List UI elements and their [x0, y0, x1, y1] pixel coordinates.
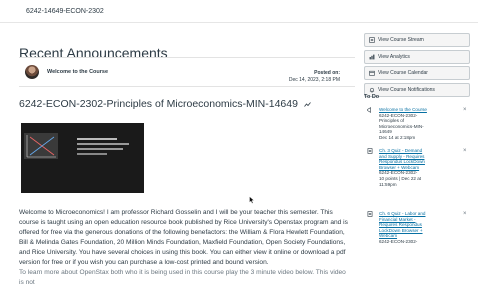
dismiss-icon[interactable]: ×: [463, 107, 467, 113]
video-thumbnail[interactable]: [21, 123, 144, 193]
course-title: 6242-ECON-2302-Principles of Microeconom…: [19, 98, 311, 110]
button-label: View Course Calendar: [378, 70, 428, 76]
divider: [19, 57, 355, 58]
supply-demand-graph-icon: [26, 135, 56, 158]
todo-text: Ch. 3 Quiz - Demand and Supply - Require…: [379, 148, 429, 187]
slide-text-lines: [77, 138, 137, 155]
button-label: View Analytics: [378, 53, 410, 60]
todo-link[interactable]: Welcome to the Course: [379, 107, 427, 112]
view-analytics-button[interactable]: View Analytics: [364, 49, 470, 64]
course-sidebar: View Course Stream View Analytics View C…: [364, 33, 470, 99]
button-label: View Course Notifications: [378, 86, 435, 93]
trend-icon: [304, 101, 311, 107]
page-title: Recent Announcements: [19, 45, 168, 62]
calendar-icon: [369, 70, 375, 76]
analytics-icon: [369, 54, 375, 59]
button-label: View Course Stream: [378, 37, 424, 43]
todo-course: 6242-ECON-2302-: [379, 238, 418, 244]
view-course-stream-button[interactable]: View Course Stream: [364, 33, 470, 47]
view-course-calendar-button[interactable]: View Course Calendar: [364, 66, 470, 80]
todo-link[interactable]: Ch. 3 Quiz - Demand and Supply - Require…: [379, 148, 425, 170]
todo-text: Welcome to the Course 6242-ECON-2302-Pri…: [379, 107, 429, 141]
todo-heading: To Do: [364, 94, 380, 100]
announcement-icon: [367, 107, 371, 113]
dismiss-icon[interactable]: ×: [463, 148, 467, 154]
todo-meta: Dec 14 at 2:18pm: [379, 134, 416, 140]
mouse-cursor-icon: [249, 196, 254, 204]
bell-icon: [369, 87, 375, 93]
graph-thumbnail: [24, 133, 58, 159]
divider: [19, 86, 355, 87]
posted-date: Dec 14, 2023, 2:18 PM: [288, 77, 340, 83]
todo-course: 6242-ECON-2302-Principles of Microeconom…: [379, 112, 424, 135]
dismiss-icon[interactable]: ×: [463, 211, 467, 217]
posted-label: Posted on:: [314, 70, 340, 76]
todo-meta: 10 points | Dec 22 at 11:59pm: [379, 175, 422, 187]
breadcrumb[interactable]: 6242-14649-ECON-2302: [26, 8, 104, 15]
stream-icon: [369, 37, 375, 43]
quiz-icon: [367, 148, 373, 154]
quiz-icon: [367, 211, 373, 217]
top-bar: 6242-14649-ECON-2302: [0, 0, 478, 23]
todo-link[interactable]: Ch. 6 Quiz - Labor and Financial Market …: [379, 211, 425, 238]
view-course-notifications-button[interactable]: View Course Notifications: [364, 82, 470, 97]
todo-course: 6242-ECON-2302-: [379, 170, 418, 176]
avatar[interactable]: [25, 65, 39, 79]
body-paragraph: To learn more about OpenStax both who it…: [19, 269, 346, 286]
course-title-text: 6242-ECON-2302-Principles of Microeconom…: [19, 98, 298, 110]
announcement-title[interactable]: Welcome to the Course: [47, 69, 108, 75]
todo-text: Ch. 6 Quiz - Labor and Financial Market …: [379, 211, 429, 245]
body-paragraph: Welcome to Microeconomics! I am professo…: [19, 209, 348, 266]
announcement-body: Welcome to Microeconomics! I am professo…: [19, 208, 352, 288]
